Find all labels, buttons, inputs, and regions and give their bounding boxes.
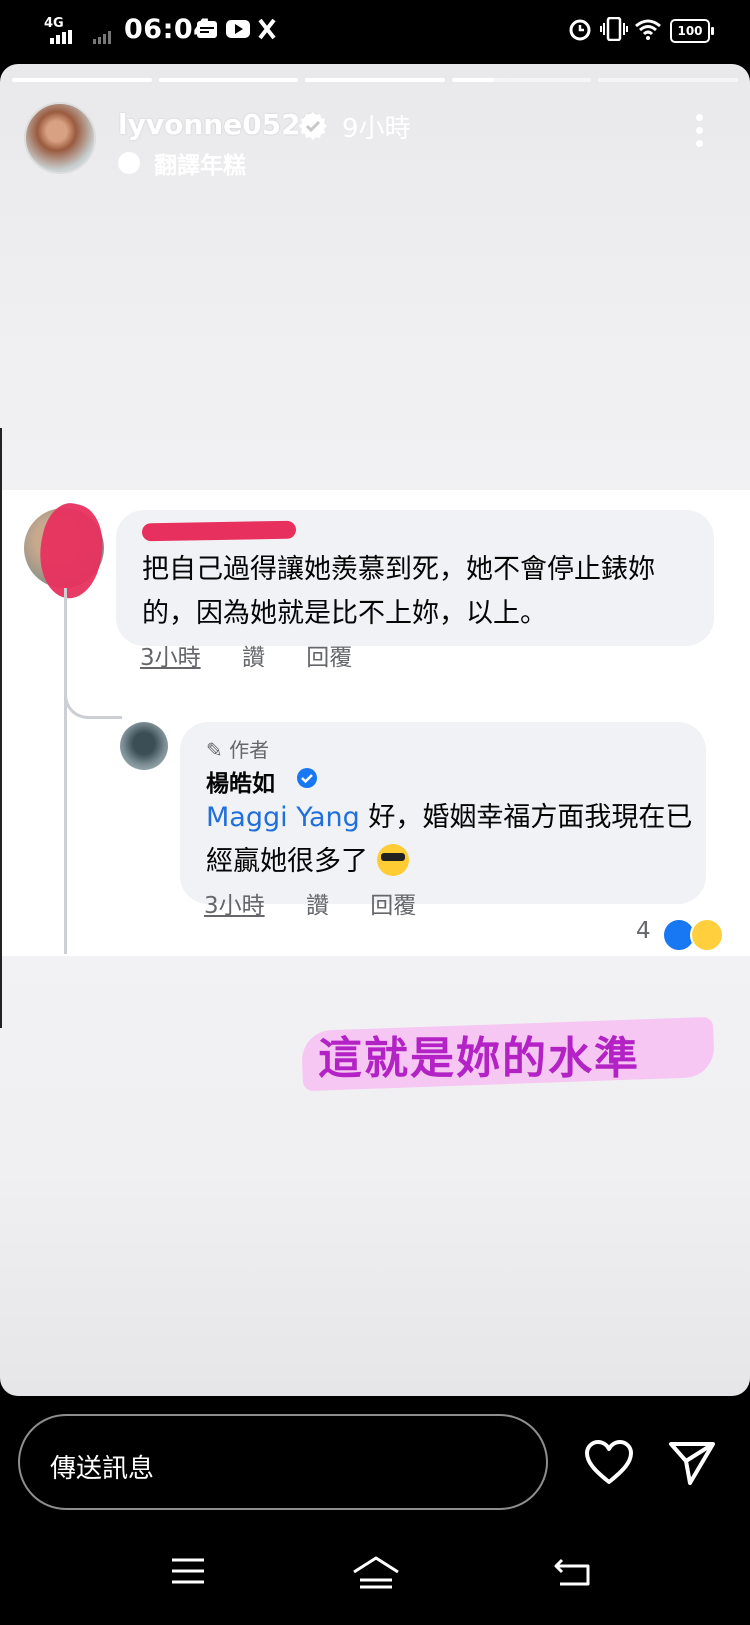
- sunglasses-emoji-icon: [376, 844, 409, 876]
- alarm-icon: [569, 19, 591, 41]
- comment-like: 讚: [241, 645, 265, 671]
- send-icon[interactable]: [668, 1440, 716, 1486]
- reply-text: Maggi Yang 好，婚姻幸福方面我現在已經贏她很多了: [206, 796, 696, 884]
- thread-line: [64, 588, 67, 954]
- reply-mention: Maggi Yang: [206, 802, 360, 833]
- home-nav-icon[interactable]: [352, 1556, 400, 1590]
- progress-segment: [12, 78, 152, 82]
- pencil-icon: ✎: [206, 738, 223, 762]
- menu-nav-icon[interactable]: [170, 1556, 206, 1586]
- screenshot-edge: [0, 428, 2, 1028]
- progress-segment: [451, 78, 592, 82]
- signal-icon-secondary: [93, 31, 111, 44]
- reply-meta: 3小時 讚 回覆: [204, 886, 450, 920]
- story-card[interactable]: lyvonne0526 9小時 翻譯年糕 把自己過得讓她羨慕到死，她不會停止錶妳…: [0, 64, 750, 1396]
- app-notification-icon: [258, 18, 276, 40]
- progress-segment: [305, 78, 445, 82]
- more-options-icon[interactable]: [696, 114, 704, 153]
- comment-meta: 3小時 讚 回覆: [140, 638, 386, 672]
- network-type: 4G: [44, 16, 64, 31]
- music-label[interactable]: 翻譯年糕: [154, 146, 246, 180]
- profile-avatar[interactable]: [24, 102, 96, 174]
- reply-author-name: 楊皓如: [206, 771, 275, 797]
- story-time-ago: 9小時: [342, 114, 411, 144]
- signal-icon: [50, 30, 72, 44]
- wifi-icon: [635, 19, 661, 40]
- status-bar: 4G 06:04 100: [0, 0, 750, 62]
- battery-indicator: 100: [670, 19, 714, 43]
- author-tag: ✎ 作者: [206, 734, 269, 763]
- haha-reaction-icon: [690, 918, 724, 952]
- comment-reply: 回覆: [306, 645, 353, 671]
- heart-icon[interactable]: [584, 1440, 634, 1486]
- reply-time: 3小時: [204, 893, 265, 919]
- calendar-icon: [197, 21, 217, 38]
- music-icon: [118, 152, 140, 174]
- back-nav-icon[interactable]: [552, 1556, 592, 1588]
- story-progress: [12, 78, 738, 82]
- verified-badge-icon: [299, 112, 327, 140]
- youtube-icon: [226, 20, 250, 38]
- story-caption: 這就是妳的水準: [318, 1033, 640, 1084]
- thread-connector: [64, 666, 122, 719]
- author-tag-label: 作者: [229, 738, 270, 762]
- comment-time: 3小時: [140, 645, 201, 671]
- vibrate-icon: [600, 17, 628, 41]
- comment-text: 把自己過得讓她羨慕到死，她不會停止錶妳的，因為她就是比不上妳，以上。: [142, 554, 655, 629]
- reply-like: 讚: [305, 893, 329, 919]
- reply-avatar: [120, 722, 168, 770]
- reply-verified-icon: [297, 768, 317, 788]
- progress-segment: [598, 78, 738, 82]
- redacted-name: [141, 520, 297, 542]
- reply-reply: 回覆: [370, 893, 417, 919]
- message-placeholder: 傳送訊息: [50, 1454, 155, 1484]
- story-username[interactable]: lyvonne0526: [118, 108, 320, 141]
- reaction-count: 4: [636, 918, 651, 944]
- progress-segment: [158, 78, 299, 82]
